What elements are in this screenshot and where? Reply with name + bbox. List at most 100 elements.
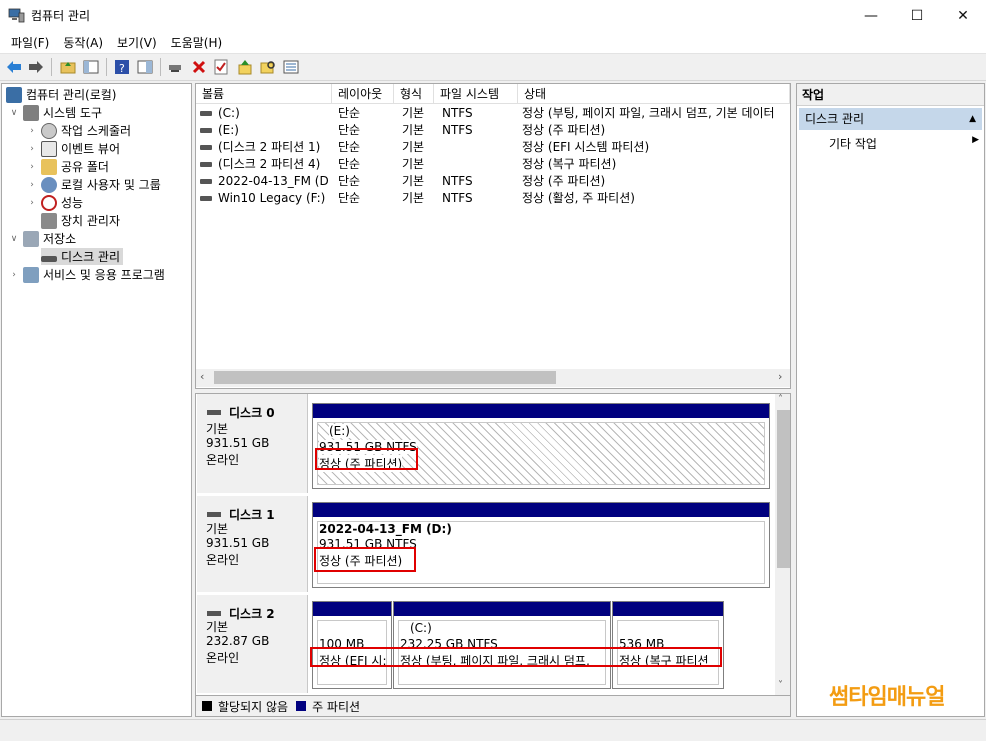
- navigation-tree: 컴퓨터 관리(로컬) ∨ 시스템 도구 › 작업 스케줄러 › 이벤트 뷰어 ›…: [1, 83, 192, 717]
- actions-section-label: 디스크 관리: [805, 112, 865, 126]
- up-folder-icon[interactable]: [59, 58, 77, 76]
- tree-item-label: 컴퓨터 관리(로컬): [26, 88, 117, 102]
- tree-item-disk-management[interactable]: 디스크 관리: [41, 248, 124, 265]
- cell-text: 기본: [402, 157, 425, 171]
- disk-1-info[interactable]: 디스크 1 기본 931.51 GB 온라인: [197, 496, 308, 592]
- close-button[interactable]: ✕: [940, 0, 986, 31]
- tree-item-performance[interactable]: › 성능: [26, 194, 83, 211]
- menu-action[interactable]: 동작(A): [56, 34, 110, 51]
- disk-state: 온라인: [206, 553, 240, 567]
- partition-label: 2022-04-13_FM (D:): [319, 522, 452, 536]
- horizontal-scrollbar[interactable]: ‹ ›: [196, 369, 790, 387]
- cell-text: 2022-04-13_FM (D:): [218, 174, 330, 188]
- window-title: 컴퓨터 관리: [31, 9, 91, 23]
- forward-arrow-icon[interactable]: [27, 58, 45, 76]
- chevron-right-icon[interactable]: ›: [26, 162, 38, 172]
- tree-item-task-scheduler[interactable]: › 작업 스케줄러: [26, 122, 131, 139]
- partition-recovery[interactable]: 536 MB 정상 (복구 파티션: [612, 601, 724, 689]
- connect-icon[interactable]: [166, 58, 184, 76]
- highlight-box: [315, 448, 418, 470]
- chevron-down-icon[interactable]: ∨: [8, 108, 20, 118]
- column-header-volume[interactable]: 볼륨: [196, 84, 332, 104]
- scrollbar-thumb[interactable]: [214, 371, 556, 384]
- users-icon: [41, 176, 57, 193]
- title-bar: 컴퓨터 관리 — ☐ ✕: [0, 0, 986, 31]
- disk-2-info[interactable]: 디스크 2 기본 232.87 GB 온라인: [197, 595, 308, 693]
- actions-more[interactable]: 기타 작업 ▶: [829, 135, 979, 152]
- column-header-type[interactable]: 형식: [394, 84, 434, 104]
- column-header-filesystem[interactable]: 파일 시스템: [434, 84, 518, 104]
- actions-section-disk-management[interactable]: 디스크 관리 ▲: [799, 108, 982, 130]
- column-header-layout[interactable]: 레이아웃: [332, 84, 394, 104]
- volume-icon: [200, 111, 212, 116]
- table-row[interactable]: 2022-04-13_FM (D:) 단순 기본 NTFS 정상 (주 파티션): [196, 173, 790, 190]
- menu-file[interactable]: 파일(F): [4, 34, 56, 51]
- tree-item-system-tools[interactable]: ∨ 시스템 도구: [8, 104, 102, 121]
- tree-item-label: 디스크 관리: [61, 250, 121, 264]
- tree-item-label: 장치 관리자: [61, 214, 121, 228]
- minimize-button[interactable]: —: [848, 0, 894, 31]
- partition-efi[interactable]: 100 MB 정상 (EFI 시:: [312, 601, 392, 689]
- disk-0-info[interactable]: 디스크 0 기본 931.51 GB 온라인: [197, 394, 308, 493]
- cell-text: 단순: [338, 157, 361, 171]
- chevron-right-icon[interactable]: ›: [26, 180, 38, 190]
- chevron-down-icon[interactable]: ∨: [8, 234, 20, 244]
- properties-pane-icon[interactable]: [136, 58, 154, 76]
- partition-d[interactable]: 2022-04-13_FM (D:) 931.51 GB NTFS 정상 (주 …: [312, 502, 770, 588]
- chevron-right-icon[interactable]: ›: [26, 198, 38, 208]
- scroll-left-icon[interactable]: ‹: [200, 370, 204, 383]
- delete-icon[interactable]: [190, 58, 208, 76]
- vertical-scrollbar[interactable]: ˄ ˅: [775, 394, 790, 696]
- partition-c[interactable]: (C:) 232.25 GB NTFS 정상 (부팅, 페이지 파일, 크래시 …: [393, 601, 611, 689]
- scroll-up-icon[interactable]: ˄: [778, 394, 783, 405]
- table-row[interactable]: (디스크 2 파티션 4) 단순 기본 정상 (복구 파티션): [196, 156, 790, 173]
- table-row[interactable]: (디스크 2 파티션 1) 단순 기본 정상 (EFI 시스템 파티션): [196, 139, 790, 156]
- table-cell-type: 기본: [402, 173, 438, 190]
- show-hide-tree-icon[interactable]: [82, 58, 100, 76]
- services-icon: [23, 266, 39, 283]
- chevron-right-icon[interactable]: ›: [26, 126, 38, 136]
- maximize-button[interactable]: ☐: [894, 0, 940, 31]
- disk-type: 기본: [206, 422, 229, 436]
- check-icon[interactable]: [212, 58, 230, 76]
- tree-item-local-users[interactable]: › 로컬 사용자 및 그룹: [26, 176, 161, 193]
- export-icon[interactable]: [236, 58, 254, 76]
- chevron-right-icon[interactable]: ›: [8, 270, 20, 280]
- table-cell-layout: 단순: [338, 156, 394, 173]
- table-row[interactable]: (E:) 단순 기본 NTFS 정상 (주 파티션): [196, 122, 790, 139]
- tree-item-device-manager[interactable]: 장치 관리자: [41, 212, 120, 229]
- tree-item-storage[interactable]: ∨ 저장소: [8, 230, 76, 247]
- table-cell-type: 기본: [402, 190, 438, 207]
- cell-text: Win10 Legacy (F:): [218, 191, 326, 205]
- partition-e[interactable]: (E:) 931.51 GB NTFS 정상 (주 파티션): [312, 403, 770, 489]
- disk-title: 디스크 0: [207, 404, 275, 421]
- cell-text: 기본: [402, 140, 425, 154]
- volume-icon: [200, 128, 212, 133]
- table-row[interactable]: Win10 Legacy (F:) 단순 기본 NTFS 정상 (활성, 주 파티션): [196, 190, 790, 207]
- list-view-icon[interactable]: [282, 58, 300, 76]
- table-row[interactable]: (C:) 단순 기본 NTFS 정상 (부팅, 페이지 파일, 크래시 덤프, 기본 데…: [196, 105, 790, 122]
- back-arrow-icon[interactable]: [5, 58, 23, 76]
- collapse-up-icon[interactable]: ▲: [969, 108, 976, 130]
- search-folder-icon[interactable]: [259, 58, 277, 76]
- menu-view[interactable]: 보기(V): [110, 34, 164, 51]
- tree-item-shared-folders[interactable]: › 공유 폴더: [26, 158, 109, 175]
- tree-item-event-viewer[interactable]: › 이벤트 뷰어: [26, 140, 120, 157]
- cell-text: NTFS: [442, 106, 473, 120]
- cell-text: NTFS: [442, 123, 473, 137]
- scroll-down-icon[interactable]: ˅: [778, 680, 783, 691]
- menu-help[interactable]: 도움말(H): [164, 34, 230, 51]
- scroll-right-icon[interactable]: ›: [778, 370, 782, 383]
- disk-size: 931.51 GB: [206, 536, 270, 550]
- tree-item-services[interactable]: › 서비스 및 응용 프로그램: [8, 266, 165, 283]
- scrollbar-thumb[interactable]: [777, 410, 790, 568]
- cell-text: 정상 (EFI 시스템 파티션): [522, 140, 650, 154]
- primary-partition-bar: [313, 404, 769, 418]
- help-icon[interactable]: ?: [113, 58, 131, 76]
- table-cell-status: 정상 (주 파티션): [522, 173, 790, 190]
- column-header-status[interactable]: 상태: [518, 84, 790, 104]
- tree-item-root[interactable]: 컴퓨터 관리(로컬): [6, 86, 116, 103]
- cell-text: (디스크 2 파티션 1): [218, 140, 321, 154]
- cell-text: 기본: [402, 174, 425, 188]
- chevron-right-icon[interactable]: ›: [26, 144, 38, 154]
